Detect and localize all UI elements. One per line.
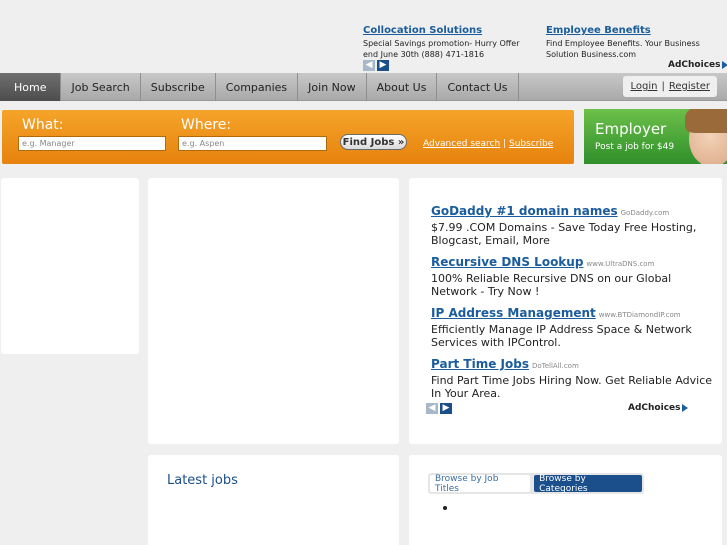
adchoices-top[interactable]: AdChoices [668, 60, 727, 70]
top-ad-desc: Special Savings promotion- Hurry Offer e… [363, 39, 520, 59]
next-arrow-icon[interactable]: ▶ [440, 403, 452, 414]
employer-title: Employer [595, 120, 667, 138]
employer-banner[interactable]: Employer Post a job for $49 [584, 109, 727, 164]
ad-domain: www.UltraDNS.com [586, 260, 655, 268]
ad-domain: GoDaddy.com [620, 209, 670, 217]
ad-title[interactable]: IP Address Management [431, 306, 596, 320]
register-link[interactable]: Register [669, 81, 710, 92]
browse-tabs: Browse by Job Titles Browse by Categorie… [428, 473, 644, 494]
adchoices-icon[interactable] [682, 404, 689, 412]
nav-subscribe[interactable]: Subscribe [141, 73, 216, 101]
prev-arrow-icon[interactable]: ◀ [363, 60, 375, 71]
ad-desc: Efficiently Manage IP Address Space & Ne… [431, 323, 692, 349]
ad-title[interactable]: Recursive DNS Lookup [431, 255, 583, 269]
adchoices-panel[interactable]: AdChoices [628, 403, 689, 413]
where-input[interactable]: e.g. Aspen [178, 136, 327, 151]
list-bullet [443, 506, 447, 510]
nav-contact-us[interactable]: Contact Us [437, 73, 519, 101]
search-links: Advanced search | Subscribe [423, 139, 553, 149]
nav-companies[interactable]: Companies [216, 73, 299, 101]
latest-jobs-title: Latest jobs [167, 473, 238, 488]
latest-jobs-panel: Latest jobs [148, 455, 399, 545]
find-jobs-button[interactable]: Find Jobs » [340, 134, 407, 150]
adchoices-icon[interactable] [722, 61, 727, 69]
top-ad-title[interactable]: Employee Benefits [546, 25, 727, 36]
employer-subtitle: Post a job for $49 [595, 142, 675, 152]
top-ad-desc: Find Employee Benefits. Your Business So… [546, 39, 700, 59]
what-input[interactable]: e.g. Manager [18, 136, 166, 151]
prev-arrow-icon[interactable]: ◀ [426, 403, 438, 414]
ad-godaddy[interactable]: GoDaddy #1 domain names GoDaddy.com $7.99… [431, 200, 716, 247]
ad-recursive-dns[interactable]: Recursive DNS Lookup www.UltraDNS.com 100… [431, 251, 716, 298]
ad-title[interactable]: GoDaddy #1 domain names [431, 204, 618, 218]
ad-domain: www.BTDiamondIP.com [598, 311, 681, 319]
tab-browse-categories[interactable]: Browse by Categories [534, 474, 642, 494]
top-ad-collocation[interactable]: Collocation Solutions Special Savings pr… [363, 25, 533, 60]
ad-desc: Find Part Time Jobs Hiring Now. Get Reli… [431, 374, 713, 400]
top-ad-employee-benefits[interactable]: Employee Benefits Find Employee Benefits… [546, 25, 727, 60]
left-sidebar-panel [1, 178, 139, 354]
tab-browse-job-titles[interactable]: Browse by Job Titles [430, 474, 531, 494]
where-label: Where: [181, 117, 232, 133]
ad-desc: 100% Reliable Recursive DNS on our Globa… [431, 272, 672, 298]
adchoices-label[interactable]: AdChoices [668, 60, 720, 70]
model-hair-image [685, 109, 727, 133]
ad-domain: DoTellAll.com [531, 362, 579, 370]
nav-about-us[interactable]: About Us [367, 73, 438, 101]
next-arrow-icon[interactable]: ▶ [377, 60, 389, 71]
adchoices-label[interactable]: AdChoices [628, 403, 680, 413]
auth-separator: | [661, 81, 665, 92]
advanced-search-link[interactable]: Advanced search [423, 139, 500, 149]
sponsored-ads-panel: GoDaddy #1 domain names GoDaddy.com $7.99… [409, 178, 722, 444]
what-label: What: [22, 117, 64, 133]
nav-home[interactable]: Home [0, 73, 62, 101]
top-ad-pager: ◀ ▶ [363, 60, 389, 71]
ad-part-time-jobs[interactable]: Part Time Jobs DoTellAll.com Find Part Ti… [431, 353, 716, 400]
ad-ip-address-management[interactable]: IP Address Management www.BTDiamondIP.com… [431, 302, 716, 349]
job-search-bar: What: Where: e.g. Manager e.g. Aspen Fin… [2, 110, 574, 164]
center-panel [148, 178, 399, 444]
main-nav: Home Job Search Subscribe Companies Join… [0, 73, 727, 101]
nav-join-now[interactable]: Join Now [298, 73, 367, 101]
search-links-separator: | [503, 139, 507, 149]
nav-job-search[interactable]: Job Search [61, 73, 141, 101]
top-ad-title[interactable]: Collocation Solutions [363, 25, 533, 36]
subscribe-link[interactable]: Subscribe [509, 139, 553, 149]
ad-desc: $7.99 .COM Domains - Save Today Free Hos… [431, 221, 697, 247]
ads-pager: ◀ ▶ [426, 403, 452, 414]
auth-links: Login | Register [623, 76, 717, 97]
ad-title[interactable]: Part Time Jobs [431, 357, 529, 371]
login-link[interactable]: Login [630, 81, 657, 92]
browse-panel: Browse by Job Titles Browse by Categorie… [409, 455, 722, 545]
